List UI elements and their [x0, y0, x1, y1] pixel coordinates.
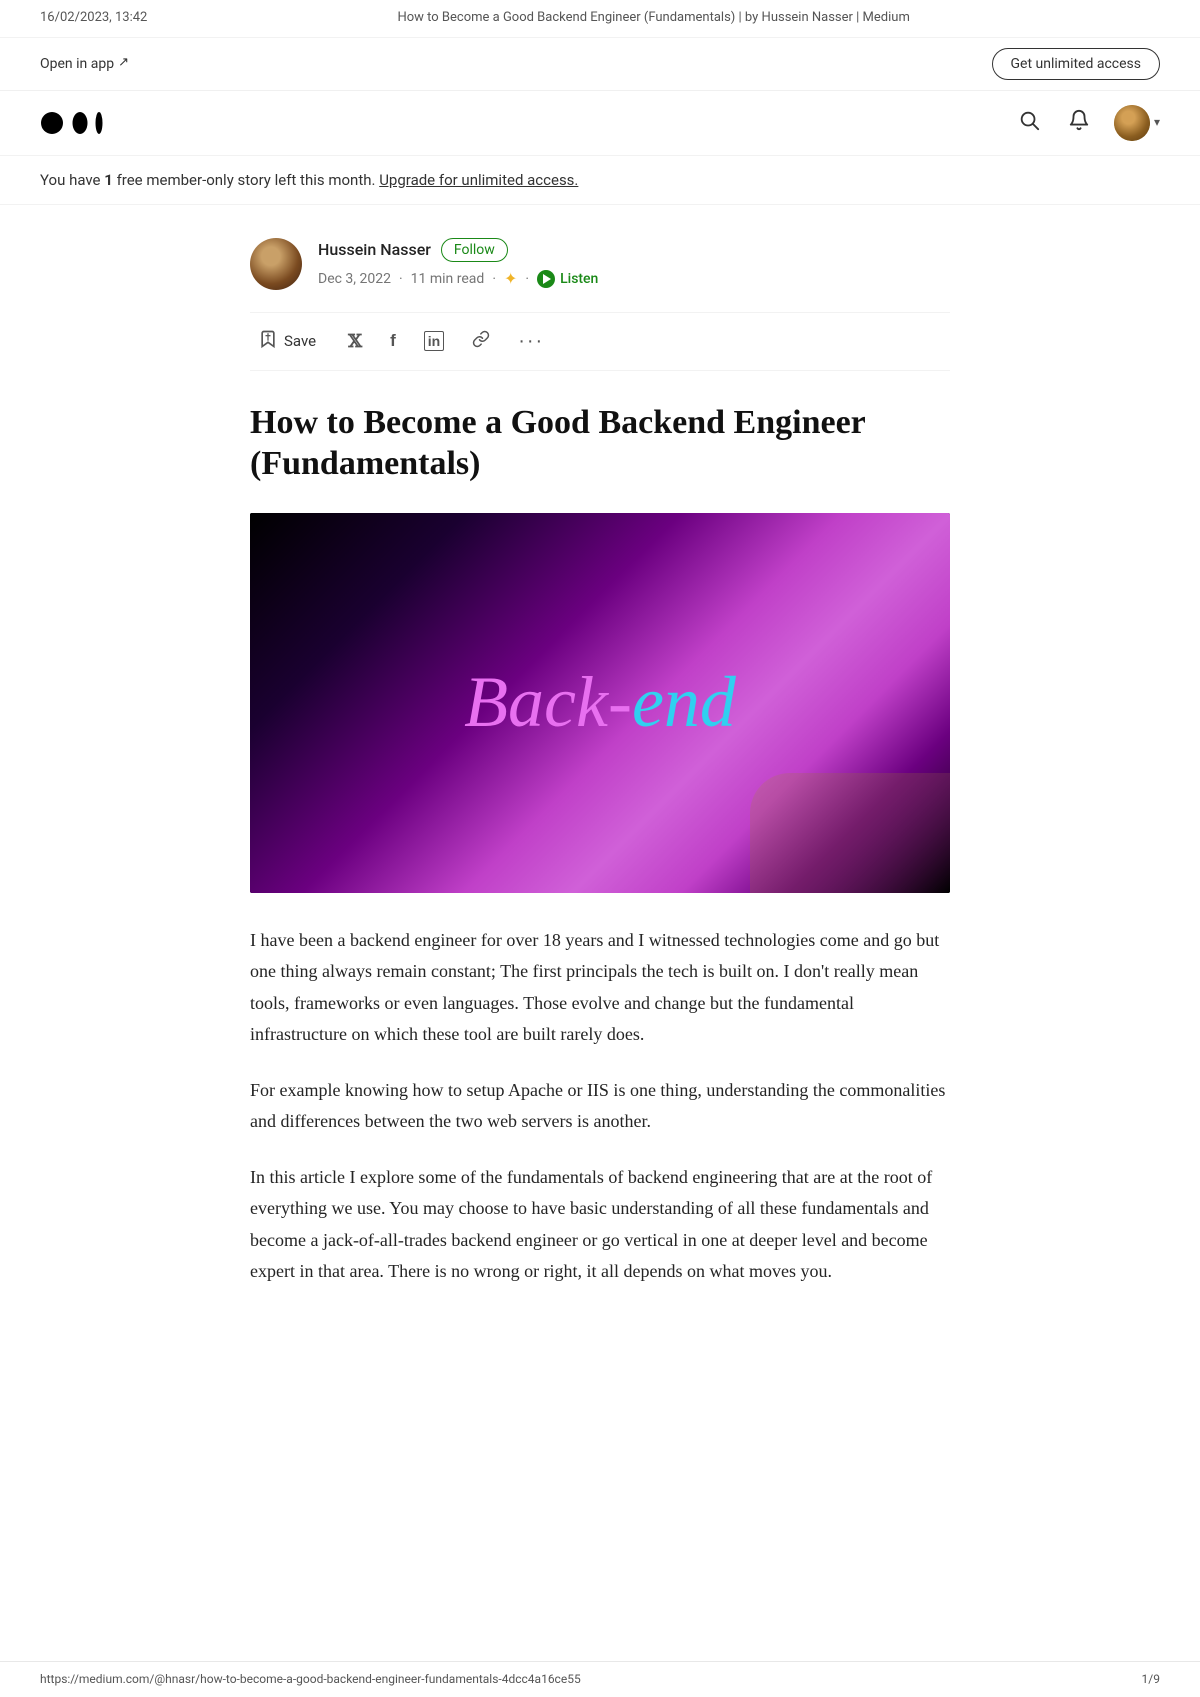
hero-image: Back-end [250, 513, 950, 893]
medium-logo-svg [40, 103, 108, 143]
chevron-down-icon: ▾ [1154, 113, 1160, 132]
author-section: Hussein Nasser Follow Dec 3, 2022 · 11 m… [250, 237, 950, 292]
footer-url: https://medium.com/@hnasr/how-to-become-… [40, 1670, 581, 1689]
linkedin-icon: in [424, 331, 444, 351]
hand-overlay [750, 773, 950, 893]
membership-banner: You have 1 free member-only story left t… [0, 156, 1200, 205]
listen-button[interactable]: Listen [537, 268, 598, 290]
search-icon [1018, 109, 1040, 137]
linkedin-share-button[interactable]: in [420, 327, 448, 355]
article-paragraph-2: For example knowing how to setup Apache … [250, 1075, 950, 1138]
author-info: Hussein Nasser Follow Dec 3, 2022 · 11 m… [318, 237, 598, 292]
publish-date: Dec 3, 2022 [318, 268, 391, 290]
twitter-share-button[interactable]: 𝕏 [344, 327, 366, 356]
link-icon [472, 330, 490, 353]
notifications-button[interactable] [1064, 105, 1094, 141]
more-options-button[interactable]: ··· [514, 326, 548, 357]
facebook-icon: f [390, 331, 396, 351]
article-title: How to Become a Good Backend Engineer (F… [250, 403, 950, 485]
browser-title: How to Become a Good Backend Engineer (F… [397, 8, 909, 29]
header-actions: ▾ [1014, 105, 1160, 141]
avatar [1114, 105, 1150, 141]
membership-suffix: free member-only story left this month. [113, 171, 376, 189]
meta-separator-2: · [492, 268, 496, 290]
site-header: ▾ [0, 91, 1200, 156]
author-name: Hussein Nasser [318, 237, 431, 263]
author-avatar [250, 238, 302, 290]
external-link-icon: ↗ [118, 53, 129, 74]
search-button[interactable] [1014, 105, 1044, 141]
open-in-app[interactable]: Open in app ↗ [40, 53, 129, 75]
browser-info-bar: 16/02/2023, 13:42 How to Become a Good B… [0, 0, 1200, 38]
star-icon: ✦ [504, 266, 517, 292]
medium-logo[interactable] [40, 103, 108, 143]
facebook-share-button[interactable]: f [386, 327, 400, 355]
copy-link-button[interactable] [468, 326, 494, 357]
follow-button[interactable]: Follow [441, 238, 508, 262]
footer-page: 1/9 [1142, 1670, 1160, 1689]
twitter-icon: 𝕏 [348, 331, 362, 352]
hero-image-inner: Back-end [250, 513, 950, 893]
article-paragraph-1: I have been a backend engineer for over … [250, 925, 950, 1051]
article-content: Hussein Nasser Follow Dec 3, 2022 · 11 m… [230, 205, 970, 1372]
listen-label: Listen [560, 268, 598, 290]
upgrade-link[interactable]: Upgrade for unlimited access. [379, 171, 578, 189]
membership-count: 1 [104, 171, 113, 189]
article-toolbar: Save 𝕏 f in ··· [250, 312, 950, 371]
article-body: I have been a backend engineer for over … [250, 925, 950, 1288]
hero-text-back: Back- [464, 645, 632, 760]
user-avatar-container[interactable]: ▾ [1114, 105, 1160, 141]
open-in-app-label: Open in app [40, 53, 114, 75]
browser-timestamp: 16/02/2023, 13:42 [40, 8, 147, 29]
membership-prefix: You have [40, 171, 104, 189]
author-name-row: Hussein Nasser Follow [318, 237, 598, 263]
more-icon: ··· [518, 330, 544, 352]
bell-icon [1068, 109, 1090, 137]
save-button[interactable]: Save [250, 325, 324, 358]
meta-separator-1: · [399, 268, 403, 290]
article-meta: Dec 3, 2022 · 11 min read · ✦ · Listen [318, 266, 598, 292]
hero-text-end: end [632, 645, 736, 760]
read-time: 11 min read [411, 268, 485, 290]
article-paragraph-3: In this article I explore some of the fu… [250, 1162, 950, 1288]
footer-bar: https://medium.com/@hnasr/how-to-become-… [0, 1661, 1200, 1697]
save-label: Save [284, 332, 316, 350]
meta-separator-3: · [525, 268, 529, 290]
get-unlimited-button[interactable]: Get unlimited access [992, 48, 1160, 80]
play-icon [537, 270, 555, 288]
bookmark-icon [258, 329, 278, 354]
